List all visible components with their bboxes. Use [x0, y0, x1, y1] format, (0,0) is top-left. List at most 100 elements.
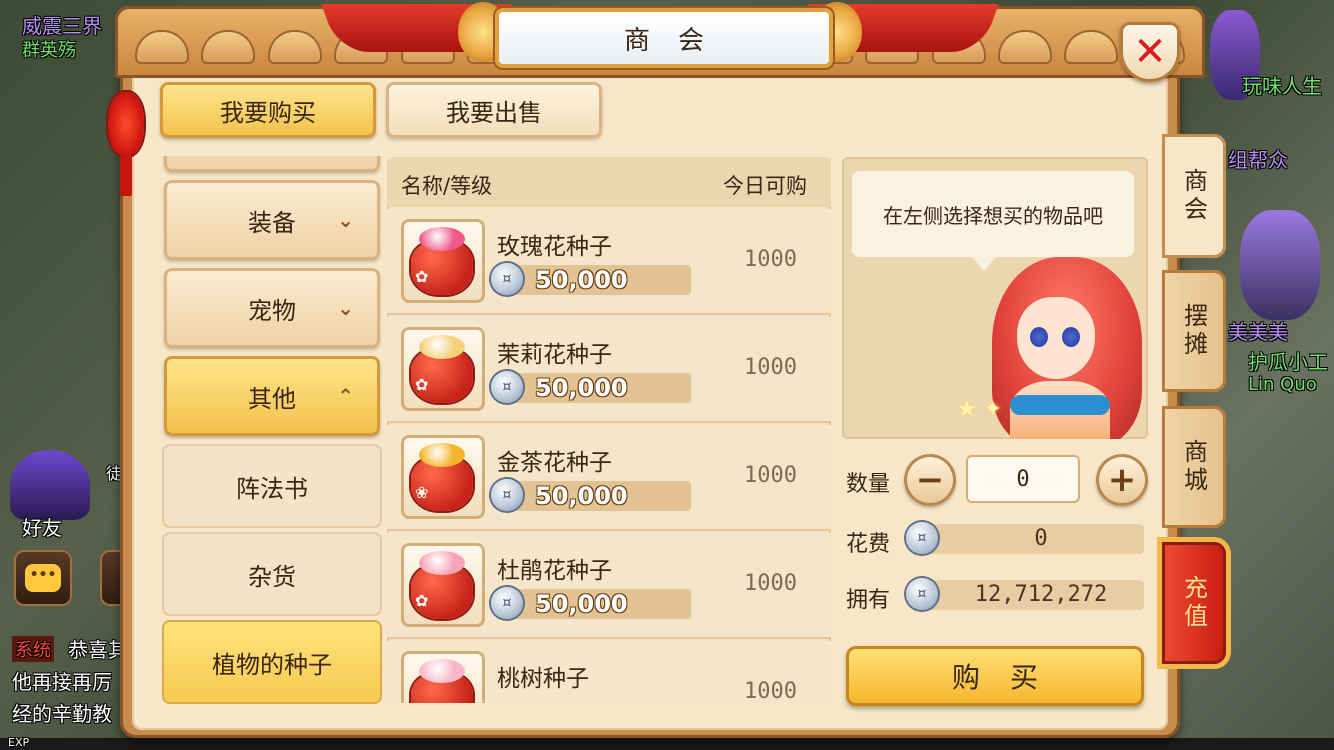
item-daily-limit: 1000: [744, 355, 797, 380]
subcategory-label: 阵法书: [236, 474, 308, 503]
item-price: 50,000: [535, 590, 628, 618]
item-name: 桃树种子: [497, 666, 589, 692]
item-price: 50,000: [535, 374, 628, 402]
seeds-icon: [419, 227, 465, 251]
category-other[interactable]: 其他 ⌃: [164, 356, 380, 436]
cost-label: 花费: [846, 532, 891, 557]
item-name: 茉莉花种子: [497, 342, 612, 368]
hint-text: 在左侧选择想买的物品吧: [883, 203, 1103, 228]
hint-bubble: 在左侧选择想买的物品吧: [852, 171, 1134, 271]
side-tab-stall[interactable]: 摆摊: [1162, 270, 1226, 392]
flower-icon: ✿: [415, 267, 429, 286]
item-price: 50,000: [535, 266, 628, 294]
chevron-down-icon: ⌄: [337, 296, 354, 320]
increase-quantity-button[interactable]: +: [1096, 454, 1148, 506]
item-daily-limit: 1000: [744, 679, 797, 703]
cost-value: 0: [1034, 526, 1048, 551]
side-tab-label: 充值: [1179, 575, 1208, 631]
item-name: 金茶花种子: [497, 450, 612, 476]
chat-button[interactable]: •••: [14, 550, 72, 606]
subcategory-groceries[interactable]: 杂货: [162, 532, 382, 616]
seeds-icon: [419, 551, 465, 575]
list-item[interactable]: 桃树种子 1000: [387, 641, 831, 703]
subcategory-label: 植物的种子: [212, 650, 332, 679]
merchant-girl-face: [1017, 297, 1095, 379]
category-item-partial[interactable]: [164, 156, 380, 172]
list-item[interactable]: ✿ 玫瑰花种子 ¤ 50,000 1000: [387, 209, 831, 315]
tab-sell[interactable]: 我要出售: [386, 82, 602, 138]
flower-icon: ❀: [415, 483, 429, 502]
item-name: 杜鹃花种子: [497, 558, 612, 584]
item-icon-frame: ✿: [401, 543, 485, 627]
side-tab-chamber-of-commerce[interactable]: 商会: [1162, 134, 1226, 258]
silver-coin-icon: ¤: [491, 587, 523, 619]
chevron-up-icon: ⌃: [337, 384, 354, 408]
close-button[interactable]: ✕: [1120, 22, 1180, 82]
item-icon-frame: [401, 651, 485, 703]
sparkle-icon: ★ ✦: [957, 397, 1003, 422]
plus-icon: +: [1107, 460, 1137, 500]
item-name: 玫瑰花种子: [497, 234, 612, 260]
close-icon: ✕: [1133, 29, 1167, 75]
friend-avatar[interactable]: [10, 450, 90, 520]
category-pet[interactable]: 宠物 ⌄: [164, 268, 380, 348]
category-equipment[interactable]: 装备 ⌄: [164, 180, 380, 260]
chevron-down-icon: ⌄: [337, 208, 354, 232]
list-header: 名称/等级 今日可购: [387, 157, 831, 207]
npc-name: 组帮众: [1228, 148, 1288, 172]
npc-character: [1240, 210, 1320, 320]
decrease-quantity-button[interactable]: −: [904, 454, 956, 506]
silver-coin-icon: ¤: [491, 371, 523, 403]
item-daily-limit: 1000: [744, 571, 797, 596]
list-item[interactable]: ✿ 茉莉花种子 ¤ 50,000 1000: [387, 317, 831, 423]
item-list[interactable]: 名称/等级 今日可购 ✿ 玫瑰花种子 ¤ 50,000 1000 ✿ 茉莉花种子…: [387, 157, 831, 703]
merchant-girl-outfit: [1010, 395, 1110, 415]
chat-bubble-icon: •••: [25, 564, 61, 592]
category-label: 宠物: [248, 296, 296, 325]
item-icon-frame: ❀: [401, 435, 485, 519]
merchant-girl-eye: [1030, 327, 1048, 347]
side-tab-mall[interactable]: 商城: [1162, 406, 1226, 528]
silver-coin-icon: ¤: [906, 578, 938, 610]
info-panel: 在左侧选择想买的物品吧 ★ ✦: [842, 157, 1148, 439]
list-item[interactable]: ❀ 金茶花种子 ¤ 50,000 1000: [387, 425, 831, 531]
item-icon-frame: ✿: [401, 219, 485, 303]
tab-buy[interactable]: 我要购买: [160, 82, 376, 138]
player-name: 威震三界: [22, 14, 102, 38]
category-label: 其他: [248, 384, 296, 413]
friend-label[interactable]: 好友: [22, 512, 62, 541]
price-bar: ¤ 50,000: [491, 371, 691, 403]
price-bar: ¤ 50,000: [491, 263, 691, 295]
window-title-plate: 商会: [495, 8, 833, 68]
price-bar: ¤ 50,000: [491, 479, 691, 511]
player-guild: 群英殇: [22, 40, 76, 61]
minus-icon: −: [915, 460, 945, 500]
owned-label: 拥有: [846, 588, 891, 613]
seeds-icon: [419, 443, 465, 467]
owned-bar: ¤ 12,712,272: [906, 578, 1144, 610]
npc-name: 美美美: [1228, 320, 1288, 344]
merchant-girl-eye: [1062, 327, 1080, 347]
quantity-input[interactable]: 0: [966, 455, 1080, 503]
window-title: 商会: [623, 25, 732, 56]
buy-button[interactable]: 购买: [846, 646, 1144, 706]
list-item[interactable]: ✿ 杜鹃花种子 ¤ 50,000 1000: [387, 533, 831, 639]
column-name-level: 名称/等级: [401, 174, 493, 198]
category-list[interactable]: 装备 ⌄ 宠物 ⌄ 其他 ⌃ 阵法书 杂货 植物的种子: [160, 156, 384, 704]
subcategory-formation-book[interactable]: 阵法书: [162, 444, 382, 528]
chat-line: 经的辛勤教: [12, 702, 112, 726]
side-tab-recharge[interactable]: 充值: [1162, 542, 1226, 664]
npc-name: 玩味人生: [1242, 74, 1322, 98]
silver-coin-icon: ¤: [491, 479, 523, 511]
lantern-decoration: [108, 92, 144, 156]
chat-line: 他再接再厉: [12, 670, 112, 694]
item-daily-limit: 1000: [744, 247, 797, 272]
subcategory-label: 杂货: [248, 562, 296, 591]
system-tag: 系统: [12, 636, 54, 662]
owned-value: 12,712,272: [974, 582, 1108, 607]
column-daily-limit: 今日可购: [723, 174, 807, 198]
subcategory-plant-seeds[interactable]: 植物的种子: [162, 620, 382, 704]
exp-label: EXP: [8, 736, 30, 749]
category-label: 装备: [248, 208, 296, 237]
quantity-label: 数量: [846, 472, 891, 497]
